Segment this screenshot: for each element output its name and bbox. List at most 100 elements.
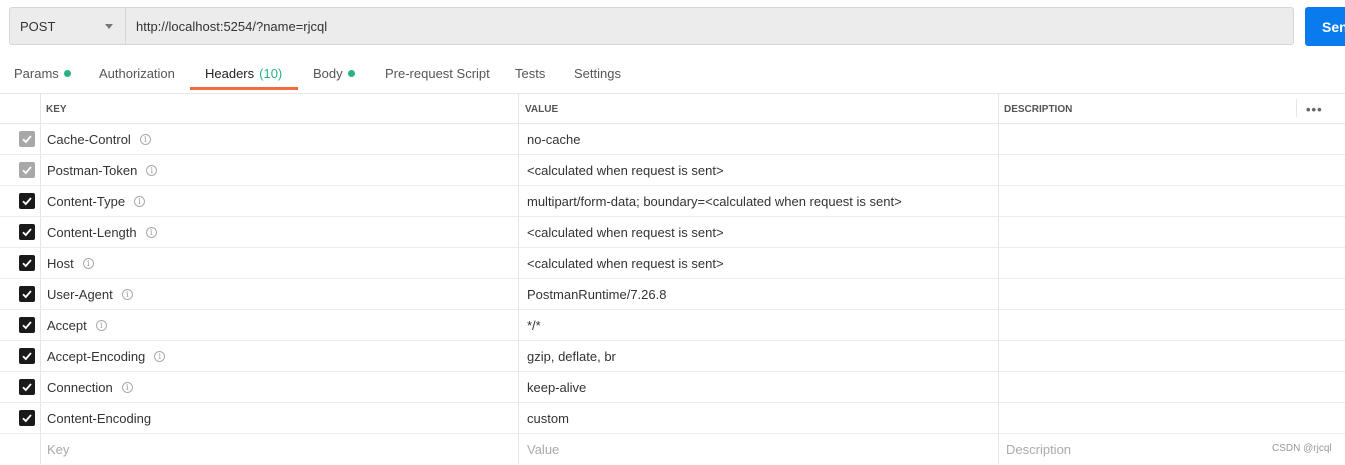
- header-value[interactable]: <calculated when request is sent>: [527, 155, 724, 185]
- check-icon: [22, 414, 32, 423]
- info-icon[interactable]: i: [121, 288, 133, 300]
- info-icon[interactable]: i: [139, 133, 151, 145]
- row-checkbox[interactable]: [19, 286, 35, 302]
- tab-authorization[interactable]: Authorization: [99, 56, 175, 90]
- header-key-text: Content-Encoding: [47, 410, 152, 426]
- header-key-text: Accept: [47, 317, 87, 333]
- header-key-text: Content-Type: [47, 193, 126, 209]
- check-icon: [22, 321, 32, 330]
- header-key-text: Host: [47, 255, 74, 271]
- header-key[interactable]: Accept-Encoding i: [47, 341, 166, 371]
- table-row: Content-Length i <calculated when request …: [0, 217, 1345, 248]
- check-icon: [22, 290, 32, 299]
- header-key[interactable]: Content-Length i: [47, 217, 157, 247]
- header-value[interactable]: PostmanRuntime/7.26.8: [527, 279, 666, 309]
- table-row: Content-Encoding custom: [0, 403, 1345, 434]
- check-icon: [22, 228, 32, 237]
- header-key[interactable]: Postman-Token i: [47, 155, 158, 185]
- column-header-value: VALUE: [525, 103, 559, 115]
- row-checkbox[interactable]: [19, 224, 35, 240]
- row-checkbox[interactable]: [19, 162, 35, 178]
- url-bar: POST http://localhost:5254/?name=rjcql: [9, 7, 1294, 45]
- table-row: Content-Type i multipart/form-data; bounda…: [0, 186, 1345, 217]
- check-icon: [22, 352, 32, 361]
- tab-count: (10): [259, 65, 283, 81]
- row-checkbox[interactable]: [19, 348, 35, 364]
- value-input[interactable]: Value: [527, 434, 559, 464]
- table-row: Cache-Control i no-cache: [0, 124, 1345, 155]
- send-label: Send: [1322, 18, 1345, 35]
- header-key-text: User-Agent: [47, 286, 113, 302]
- row-checkbox[interactable]: [19, 193, 35, 209]
- table-row: Accept-Encoding i gzip, deflate, br: [0, 341, 1345, 372]
- header-value[interactable]: multipart/form-data; boundary=<calculate…: [527, 186, 902, 216]
- tab-label: Params: [14, 65, 59, 81]
- tab-headers[interactable]: Headers (10): [205, 56, 282, 90]
- tab-label: Authorization: [99, 65, 175, 81]
- tab-tests[interactable]: Tests: [515, 56, 545, 90]
- tab-label: Pre-request Script: [385, 65, 490, 81]
- info-icon[interactable]: i: [146, 164, 158, 176]
- header-value[interactable]: custom: [527, 403, 569, 433]
- row-checkbox[interactable]: [19, 131, 35, 147]
- row-checkbox[interactable]: [19, 379, 35, 395]
- check-icon: [22, 197, 32, 206]
- new-header-row: Key Value Description: [0, 434, 1345, 465]
- header-key-text: Accept-Encoding: [47, 348, 146, 364]
- row-checkbox[interactable]: [19, 255, 35, 271]
- chevron-down-icon: [105, 23, 113, 29]
- table-row: Connection i keep-alive: [0, 372, 1345, 403]
- header-value[interactable]: gzip, deflate, br: [527, 341, 616, 371]
- info-icon[interactable]: i: [154, 350, 166, 362]
- check-icon: [22, 383, 32, 392]
- header-key[interactable]: Host i: [47, 248, 94, 278]
- url-text: http://localhost:5254/?name=rjcql: [136, 18, 328, 34]
- info-icon[interactable]: i: [82, 257, 94, 269]
- tab-body[interactable]: Body: [313, 56, 355, 90]
- header-key[interactable]: Content-Type i: [47, 186, 146, 216]
- status-dot-icon: [63, 69, 71, 77]
- header-key[interactable]: User-Agent i: [47, 279, 133, 309]
- header-value[interactable]: <calculated when request is sent>: [527, 248, 724, 278]
- check-icon: [22, 135, 32, 144]
- method-label: POST: [20, 18, 56, 34]
- table-header: KEY VALUE DESCRIPTION •••: [0, 93, 1345, 124]
- row-checkbox[interactable]: [19, 317, 35, 333]
- header-value[interactable]: <calculated when request is sent>: [527, 217, 724, 247]
- method-select[interactable]: POST: [10, 8, 126, 44]
- check-icon: [22, 259, 32, 268]
- url-input[interactable]: http://localhost:5254/?name=rjcql: [126, 8, 1293, 44]
- tab-label: Settings: [574, 65, 621, 81]
- tab-pre-request-script[interactable]: Pre-request Script: [385, 56, 490, 90]
- request-tabs: Params Authorization Headers (10) Body P…: [0, 56, 1345, 90]
- header-key-text: Postman-Token: [47, 162, 138, 178]
- table-row: Accept i */*: [0, 310, 1345, 341]
- info-icon[interactable]: i: [145, 226, 157, 238]
- key-input[interactable]: Key: [47, 434, 69, 464]
- active-tab-indicator: [190, 87, 298, 90]
- row-checkbox[interactable]: [19, 410, 35, 426]
- header-value[interactable]: keep-alive: [527, 372, 586, 402]
- check-icon: [22, 166, 32, 175]
- table-row: Postman-Token i <calculated when request i…: [0, 155, 1345, 186]
- tab-label: Tests: [515, 65, 546, 81]
- header-value[interactable]: no-cache: [527, 124, 580, 154]
- info-icon[interactable]: i: [121, 381, 133, 393]
- more-options-icon[interactable]: •••: [1306, 94, 1323, 124]
- tab-params[interactable]: Params: [14, 56, 71, 90]
- send-button[interactable]: Send: [1305, 7, 1345, 46]
- description-input[interactable]: Description: [1006, 434, 1071, 464]
- header-key[interactable]: Connection i: [47, 372, 133, 402]
- header-value[interactable]: */*: [527, 310, 541, 340]
- header-key[interactable]: Cache-Control i: [47, 124, 151, 154]
- table-row: User-Agent i PostmanRuntime/7.26.8: [0, 279, 1345, 310]
- header-key[interactable]: Accept i: [47, 310, 107, 340]
- header-key[interactable]: Content-Encoding: [47, 403, 151, 433]
- info-icon[interactable]: i: [134, 195, 146, 207]
- tab-label: Headers: [205, 65, 255, 81]
- watermark: CSDN @rjcql: [1272, 443, 1332, 454]
- info-icon[interactable]: i: [95, 319, 107, 331]
- tab-settings[interactable]: Settings: [574, 56, 621, 90]
- column-header-key: KEY: [46, 103, 67, 115]
- table-row: Host i <calculated when request is sent>: [0, 248, 1345, 279]
